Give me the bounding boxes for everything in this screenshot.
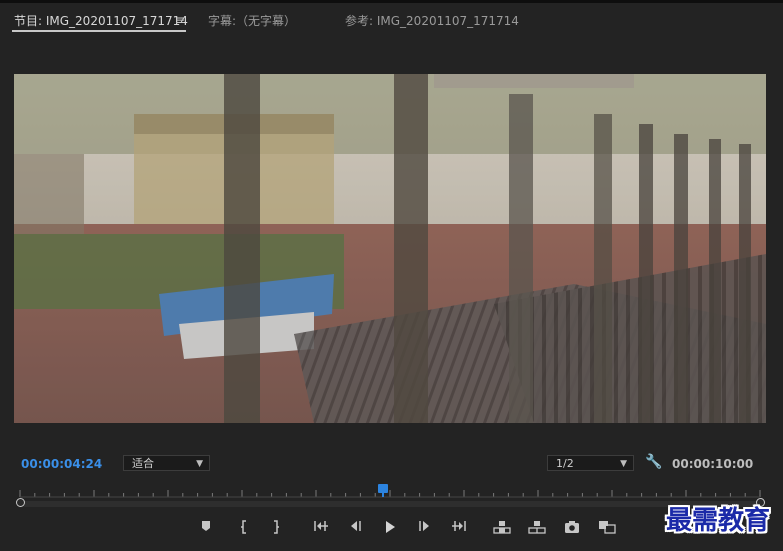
extract-icon — [528, 521, 546, 534]
go-to-out-icon — [452, 521, 466, 531]
go-to-out-button[interactable] — [448, 517, 470, 537]
marker-icon — [202, 521, 210, 531]
active-tab-underline — [12, 30, 186, 32]
chevron-down-icon: ▼ — [196, 459, 203, 469]
scrollbar-left-handle[interactable] — [16, 498, 25, 507]
comparison-view-button[interactable] — [596, 517, 618, 537]
video-frame — [14, 74, 766, 423]
comparison-view-icon — [599, 521, 616, 534]
lift-button[interactable] — [491, 517, 513, 537]
panel-tabs: 节目: IMG_20201107_171714 ≡ 字幕:（无字幕） 参考: I… — [0, 0, 783, 34]
zoom-level-select[interactable]: 适合 ▼ — [123, 455, 210, 471]
mark-in-icon — [241, 520, 246, 534]
add-marker-button[interactable] — [195, 517, 217, 537]
step-back-button[interactable] — [344, 517, 366, 537]
step-back-icon — [351, 521, 361, 531]
playhead-line — [382, 492, 384, 497]
chevron-down-icon: ▼ — [620, 459, 627, 469]
duration-timecode: 00:00:10:00 — [672, 457, 754, 471]
playback-resolution-value: 1/2 — [556, 457, 574, 470]
step-forward-icon — [419, 521, 429, 531]
export-frame-button[interactable] — [561, 517, 583, 537]
step-forward-button[interactable] — [414, 517, 436, 537]
watermark-logo: 最需教育 — [665, 506, 770, 536]
tab-program-monitor[interactable]: 节目: IMG_20201107_171714 — [14, 12, 188, 29]
tab-reference-monitor[interactable]: 参考: IMG_20201107_171714 — [345, 12, 519, 29]
zoom-level-value: 适合 — [132, 457, 154, 470]
mark-out-button[interactable] — [265, 517, 287, 537]
play-button[interactable] — [379, 517, 401, 537]
go-to-in-button[interactable] — [310, 517, 332, 537]
current-timecode[interactable]: 00:00:04:24 — [21, 457, 102, 471]
tab-captions[interactable]: 字幕:（无字幕） — [208, 12, 296, 29]
extract-button[interactable] — [526, 517, 548, 537]
playback-resolution-select[interactable]: 1/2 ▼ — [547, 455, 634, 471]
mark-out-icon — [274, 520, 279, 534]
zoom-scrollbar[interactable] — [22, 501, 762, 507]
lift-icon — [493, 521, 511, 534]
settings-wrench-icon[interactable]: 🔧 — [645, 454, 662, 470]
panel-menu-icon[interactable]: ≡ — [175, 13, 185, 27]
go-to-in-icon — [314, 521, 328, 531]
camera-icon — [565, 521, 579, 533]
video-preview[interactable] — [14, 74, 766, 423]
play-icon — [386, 521, 395, 533]
mark-in-button[interactable] — [233, 517, 255, 537]
